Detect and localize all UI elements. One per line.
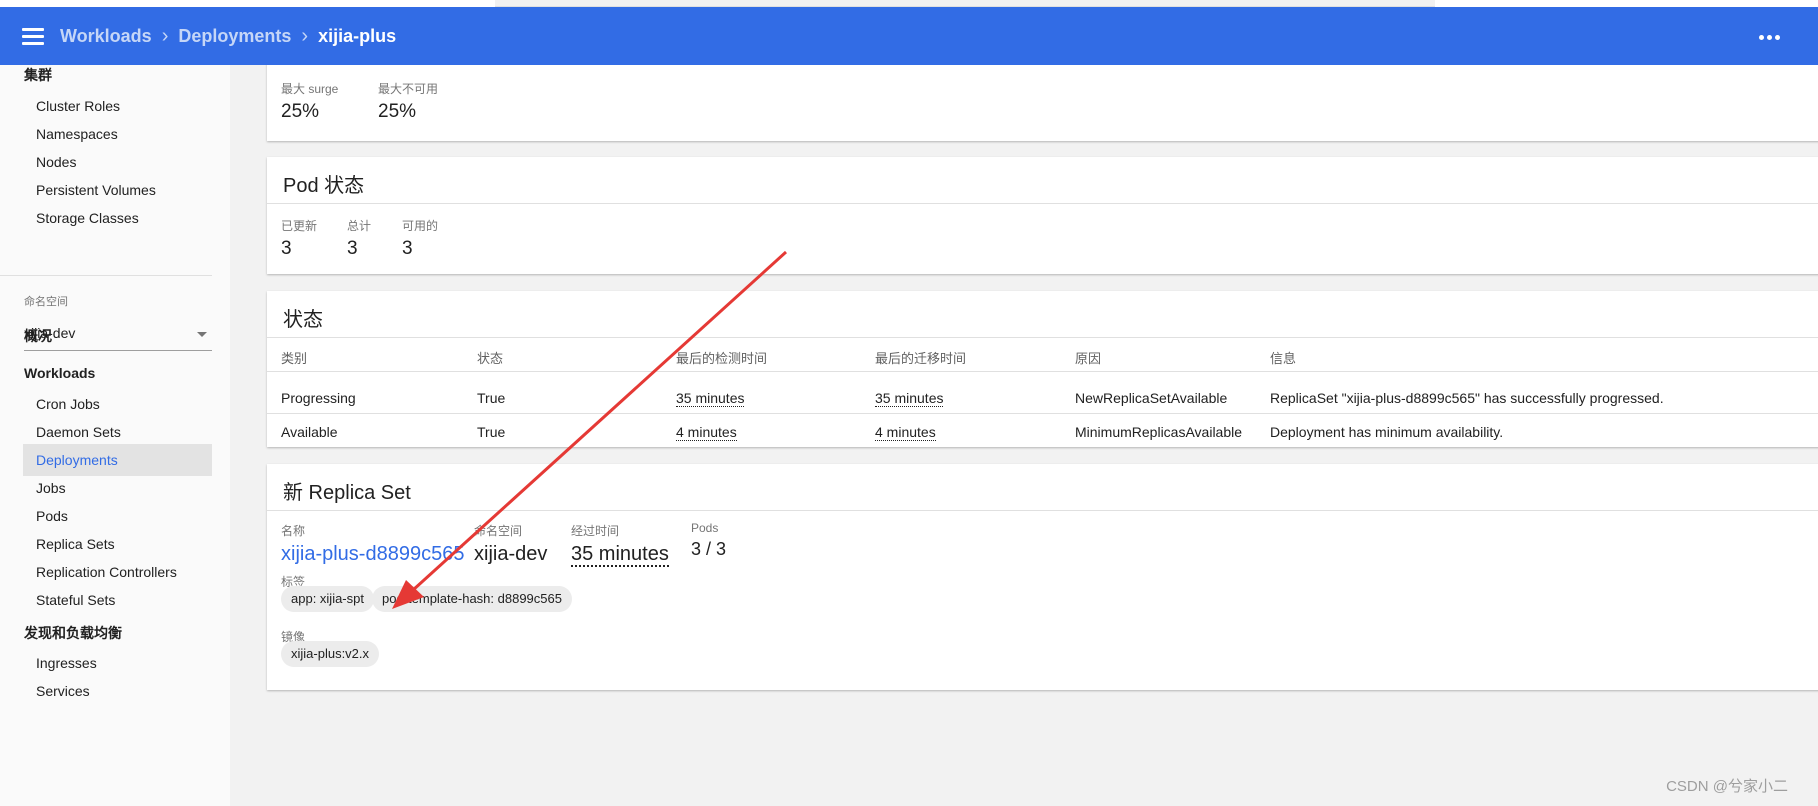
card-divider (267, 510, 1818, 511)
rs-age-stat: 经过时间 35 minutes (571, 522, 669, 567)
namespace-select-underline (24, 350, 212, 351)
max-unavailable-stat: 最大不可用 25% (378, 80, 438, 123)
chevron-right-icon: › (301, 25, 309, 47)
card-divider (267, 337, 1818, 338)
table-cell: True (477, 390, 506, 406)
strategy-card: 最大 surge 25% 最大不可用 25% (267, 65, 1818, 141)
max-surge-label: 最大 surge (281, 82, 339, 96)
browser-strip (0, 0, 1818, 7)
max-unavailable-value: 25% (378, 101, 417, 122)
top-app-bar: Workloads › Deployments › xijia-plus (0, 7, 1818, 65)
sidebar-divider (0, 275, 212, 276)
table-cell: Progressing (281, 390, 356, 406)
rs-pods-label: Pods (691, 521, 719, 535)
total-value: 3 (347, 238, 358, 259)
conditions-title: 状态 (283, 309, 323, 331)
updated-label: 已更新 (281, 219, 318, 233)
column-header-reason: 原因 (1075, 351, 1102, 366)
chevron-right-icon: › (161, 25, 169, 47)
rs-age-value: 35 minutes (571, 543, 669, 567)
sidebar-section-discovery[interactable]: 发现和负载均衡 (24, 623, 122, 643)
replica-set-title: 新 Replica Set (283, 482, 411, 504)
available-value: 3 (402, 238, 413, 259)
table-cell: ReplicaSet "xijia-plus-d8899c565" has su… (1270, 390, 1664, 406)
table-cell: Available (281, 424, 338, 440)
pod-status-title: Pod 状态 (283, 175, 365, 197)
column-header-last-probe: 最后的检测时间 (676, 351, 768, 366)
column-header-message: 信息 (1270, 351, 1297, 366)
updated-stat: 已更新 3 (281, 217, 317, 260)
namespace-label: 命名空间 (24, 296, 68, 308)
rs-namespace-value: xijia-dev (474, 543, 548, 565)
rs-name-stat: 名称 xijia-plus-d8899c565 (281, 522, 464, 566)
table-cell-time: 35 minutes (875, 390, 944, 407)
sidebar-item-storage-classes[interactable]: Storage Classes (23, 202, 212, 234)
total-stat: 总计 3 (347, 217, 371, 260)
sidebar-section-cluster[interactable]: 集群 (24, 65, 52, 85)
table-cell: True (477, 424, 506, 440)
table-cell-time: 4 minutes (676, 424, 737, 441)
table-cell: Deployment has minimum availability. (1270, 424, 1504, 440)
table-cell: NewReplicaSetAvailable (1075, 390, 1228, 406)
table-cell: MinimumReplicasAvailable (1075, 424, 1243, 440)
breadcrumb-deployments[interactable]: Deployments (178, 26, 291, 47)
total-label: 总计 (347, 219, 372, 233)
main-content: 最大 surge 25% 最大不可用 25% Pod 状态 已更新 3 总计 3… (230, 65, 1818, 806)
column-header-last-transition: 最后的迁移时间 (875, 351, 967, 366)
breadcrumb-current: xijia-plus (318, 26, 397, 46)
chevron-down-icon[interactable] (197, 332, 207, 337)
sidebar-item-overview[interactable]: 概况 (24, 326, 52, 346)
pod-status-card: Pod 状态 已更新 3 总计 3 可用的 3 (267, 157, 1818, 274)
column-header-status: 状态 (477, 351, 504, 366)
column-header-type: 类别 (281, 351, 308, 366)
sidebar-section-workloads[interactable]: Workloads (24, 365, 95, 381)
max-unavailable-label: 最大不可用 (378, 82, 439, 96)
rs-name-link[interactable]: xijia-plus-d8899c565 (281, 543, 464, 566)
watermark: CSDN @兮家小二 (1666, 778, 1788, 795)
rs-age-label: 经过时间 (571, 524, 620, 538)
sidebar-item-services[interactable]: Services (23, 675, 212, 707)
sidebar: 集群 Cluster Roles Namespaces Nodes Persis… (0, 65, 230, 806)
breadcrumb-workloads[interactable]: Workloads (60, 26, 152, 47)
replica-set-card: 新 Replica Set 名称 xijia-plus-d8899c565 命名… (267, 464, 1818, 690)
menu-icon[interactable] (22, 28, 44, 45)
available-stat: 可用的 3 (402, 217, 438, 260)
breadcrumb: Workloads › Deployments › xijia-plus (60, 25, 396, 48)
rs-pods-stat: Pods 3 / 3 (691, 521, 726, 560)
table-cell-time: 4 minutes (875, 424, 936, 441)
rs-namespace-label: 命名空间 (474, 524, 523, 538)
label-chip: pod-template-hash: d8899c565 (372, 586, 572, 612)
more-horizontal-icon[interactable] (1759, 35, 1780, 40)
rs-namespace-stat: 命名空间 xijia-dev (474, 522, 547, 566)
table-divider (267, 413, 1818, 414)
label-chip: app: xijia-spt (281, 586, 374, 612)
available-label: 可用的 (402, 219, 439, 233)
card-divider (267, 203, 1818, 204)
conditions-card: 状态 类别 状态 最后的检测时间 最后的迁移时间 原因 信息 Progressi… (267, 291, 1818, 447)
image-chip: xijia-plus:v2.x (281, 641, 380, 667)
max-surge-value: 25% (281, 101, 320, 122)
table-divider (267, 371, 1818, 372)
rs-name-label: 名称 (281, 524, 306, 538)
table-cell-time: 35 minutes (676, 390, 745, 407)
sidebar-item-stateful-sets[interactable]: Stateful Sets (23, 584, 212, 616)
max-surge-stat: 最大 surge 25% (281, 80, 338, 123)
rs-pods-value: 3 / 3 (691, 539, 727, 559)
updated-value: 3 (281, 238, 292, 259)
